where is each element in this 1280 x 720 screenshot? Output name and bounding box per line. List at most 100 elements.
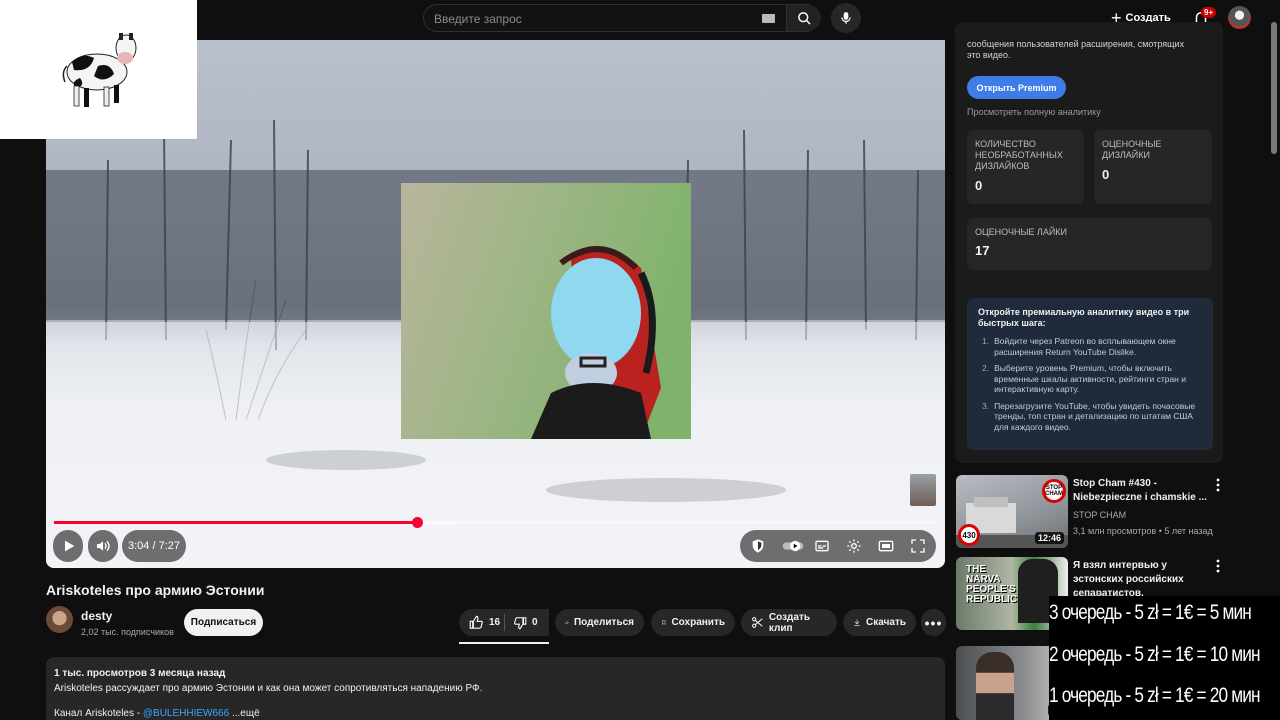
- thumbnail-caption: THE NARVA PEOPLE'S REPUBLIC: [966, 564, 1018, 605]
- step-number: 2.: [982, 363, 990, 373]
- rec-thumbnail[interactable]: STOP CHAM 430 12:46: [956, 475, 1068, 548]
- stat-estimated-dislikes: Оценочные дизлайки 0: [1094, 130, 1212, 204]
- play-icon: [65, 540, 75, 552]
- episode-badge: 430: [958, 524, 980, 546]
- progress-scrubber[interactable]: [411, 517, 423, 528]
- microphone-icon: [841, 12, 851, 24]
- channel-link[interactable]: @BULEHHIEW666: [143, 708, 229, 719]
- stat-label: Оценочные лайки: [975, 227, 1068, 237]
- description-meta: 1 тыс. просмотров 3 месяца назад: [54, 668, 226, 679]
- bookmark-icon: [662, 620, 666, 625]
- webcam-overlay: [401, 183, 691, 439]
- clip-label: Создать клип: [768, 611, 811, 634]
- channel-name[interactable]: desty: [81, 609, 112, 623]
- search-icon: [797, 11, 811, 25]
- dislike-count: 0: [532, 617, 538, 628]
- search-box: [423, 4, 821, 32]
- video-title: Ariskoteles про армию Эстонии: [46, 582, 265, 598]
- premium-steps-card: Откройте премиальную аналитику видео в т…: [967, 298, 1213, 450]
- notifications-badge: 9+: [1201, 7, 1217, 18]
- shield-icon[interactable]: [750, 538, 766, 554]
- stat-raw-dislikes: Количество необработанных дизлайков 0: [967, 130, 1084, 204]
- cow-overlay: [0, 0, 197, 139]
- dislike-button[interactable]: 0: [505, 609, 549, 636]
- description-box[interactable]: 1 тыс. просмотров 3 месяца назад Ariskot…: [46, 657, 945, 720]
- stat-estimated-likes: Оценочные лайки 17: [967, 218, 1212, 270]
- more-vertical-icon[interactable]: [1213, 559, 1223, 573]
- video-duration: 12:46: [1034, 532, 1064, 544]
- progress-played: [54, 521, 417, 524]
- autoplay-toggle-icon[interactable]: [782, 538, 804, 554]
- thumbs-up-icon: [469, 615, 483, 629]
- account-avatar[interactable]: [1228, 6, 1251, 29]
- rec-title[interactable]: Stop Cham #430 - Niebezpieczne i chamski…: [1073, 477, 1211, 505]
- streamer-webcam-image: [401, 183, 691, 439]
- show-more-link[interactable]: ...ещё: [229, 708, 260, 719]
- step-text: Перезагрузите YouTube, чтобы увидеть поч…: [994, 400, 1196, 432]
- theater-mode-icon[interactable]: [878, 538, 894, 554]
- more-actions-button[interactable]: •••: [921, 609, 946, 636]
- step-text: Выберите уровень Premium, чтобы включить…: [994, 363, 1186, 394]
- subscribe-button[interactable]: Подписаться: [184, 609, 263, 636]
- mute-button[interactable]: [88, 530, 118, 562]
- stop-cham-logo: STOP CHAM: [1042, 479, 1066, 503]
- step-item: 1. Войдите через Patreon во всплывающем о…: [982, 336, 1202, 357]
- stat-value: 17: [975, 243, 990, 258]
- panel-intro-text: сообщения пользователей расширения, смот…: [967, 39, 1185, 60]
- open-premium-button[interactable]: Открыть Premium: [967, 76, 1066, 99]
- right-controls: [740, 530, 936, 562]
- step-item: 2. Выберите уровень Premium, чтобы включи…: [982, 363, 1202, 395]
- steps-list: 1. Войдите через Patreon во всплывающем о…: [978, 336, 1202, 432]
- full-analytics-link[interactable]: Просмотреть полную аналитику: [967, 107, 1101, 117]
- save-button[interactable]: Сохранить: [651, 609, 735, 636]
- volume-icon: [97, 540, 110, 552]
- fullscreen-icon[interactable]: [910, 538, 926, 554]
- description-more-line: Канал Ariskoteles - @BULEHHIEW666 ...ещё: [54, 708, 937, 719]
- person-silhouette: [976, 652, 1014, 720]
- stat-label: Количество необработанных дизлайков: [975, 139, 1063, 171]
- download-label: Скачать: [866, 617, 906, 628]
- search-input[interactable]: [434, 10, 754, 28]
- clip-button[interactable]: Создать клип: [741, 609, 837, 636]
- channel-watermark[interactable]: [910, 474, 936, 506]
- share-icon: [565, 620, 569, 625]
- stat-value: 0: [1102, 167, 1110, 182]
- settings-gear-icon[interactable]: [846, 538, 862, 554]
- more-horizontal-icon: •••: [924, 614, 943, 631]
- search-button[interactable]: [786, 5, 821, 31]
- like-hover-underline: [459, 642, 549, 644]
- download-button[interactable]: Скачать: [843, 609, 916, 636]
- step-item: 3. Перезагрузите YouTube, чтобы увидеть п…: [982, 401, 1202, 433]
- step-text: Войдите через Patreon во всплывающем окн…: [994, 336, 1176, 357]
- dancing-cow-image: [62, 33, 137, 107]
- steps-title: Откройте премиальную аналитику видео в т…: [978, 307, 1190, 328]
- step-number: 3.: [982, 400, 990, 411]
- page-scrollbar[interactable]: [1271, 22, 1277, 154]
- step-number: 1.: [982, 336, 990, 346]
- subtitles-icon[interactable]: [814, 538, 830, 554]
- more-vertical-icon[interactable]: [1213, 478, 1223, 492]
- queue-line-1: 1 очередь - 5 zł = 1€ = 20 мин: [1049, 684, 1261, 707]
- time-display: 3:04 / 7:27: [122, 530, 186, 562]
- stat-value: 0: [975, 178, 983, 193]
- share-button[interactable]: Поделиться: [555, 609, 644, 636]
- like-divider: [504, 614, 505, 631]
- rec-meta: 3,1 млн просмотров • 5 лет назад: [1073, 526, 1213, 536]
- keyboard-icon[interactable]: [762, 14, 775, 23]
- channel-avatar[interactable]: [46, 606, 73, 633]
- save-label: Сохранить: [671, 617, 725, 628]
- queue-line-3: 3 очередь - 5 zł = 1€ = 5 мин: [1049, 601, 1252, 624]
- download-icon: [854, 619, 860, 626]
- description-more-prefix: Канал Ariskoteles -: [54, 708, 143, 719]
- voice-search-button[interactable]: [831, 3, 861, 33]
- scissors-icon: [752, 617, 763, 628]
- like-count: 16: [489, 617, 501, 628]
- description-text: Ariskoteles рассуждает про армию Эстонии…: [54, 683, 483, 694]
- share-label: Поделиться: [573, 617, 634, 628]
- rec-channel[interactable]: STOP CHAM: [1073, 510, 1126, 520]
- stat-label: Оценочные дизлайки: [1102, 139, 1162, 160]
- play-button[interactable]: [53, 530, 83, 562]
- queue-line-2: 2 очередь - 5 zł = 1€ = 10 мин: [1049, 643, 1261, 666]
- channel-subscribers: 2,02 тыс. подписчиков: [81, 627, 174, 637]
- thumbs-down-icon: [514, 616, 527, 629]
